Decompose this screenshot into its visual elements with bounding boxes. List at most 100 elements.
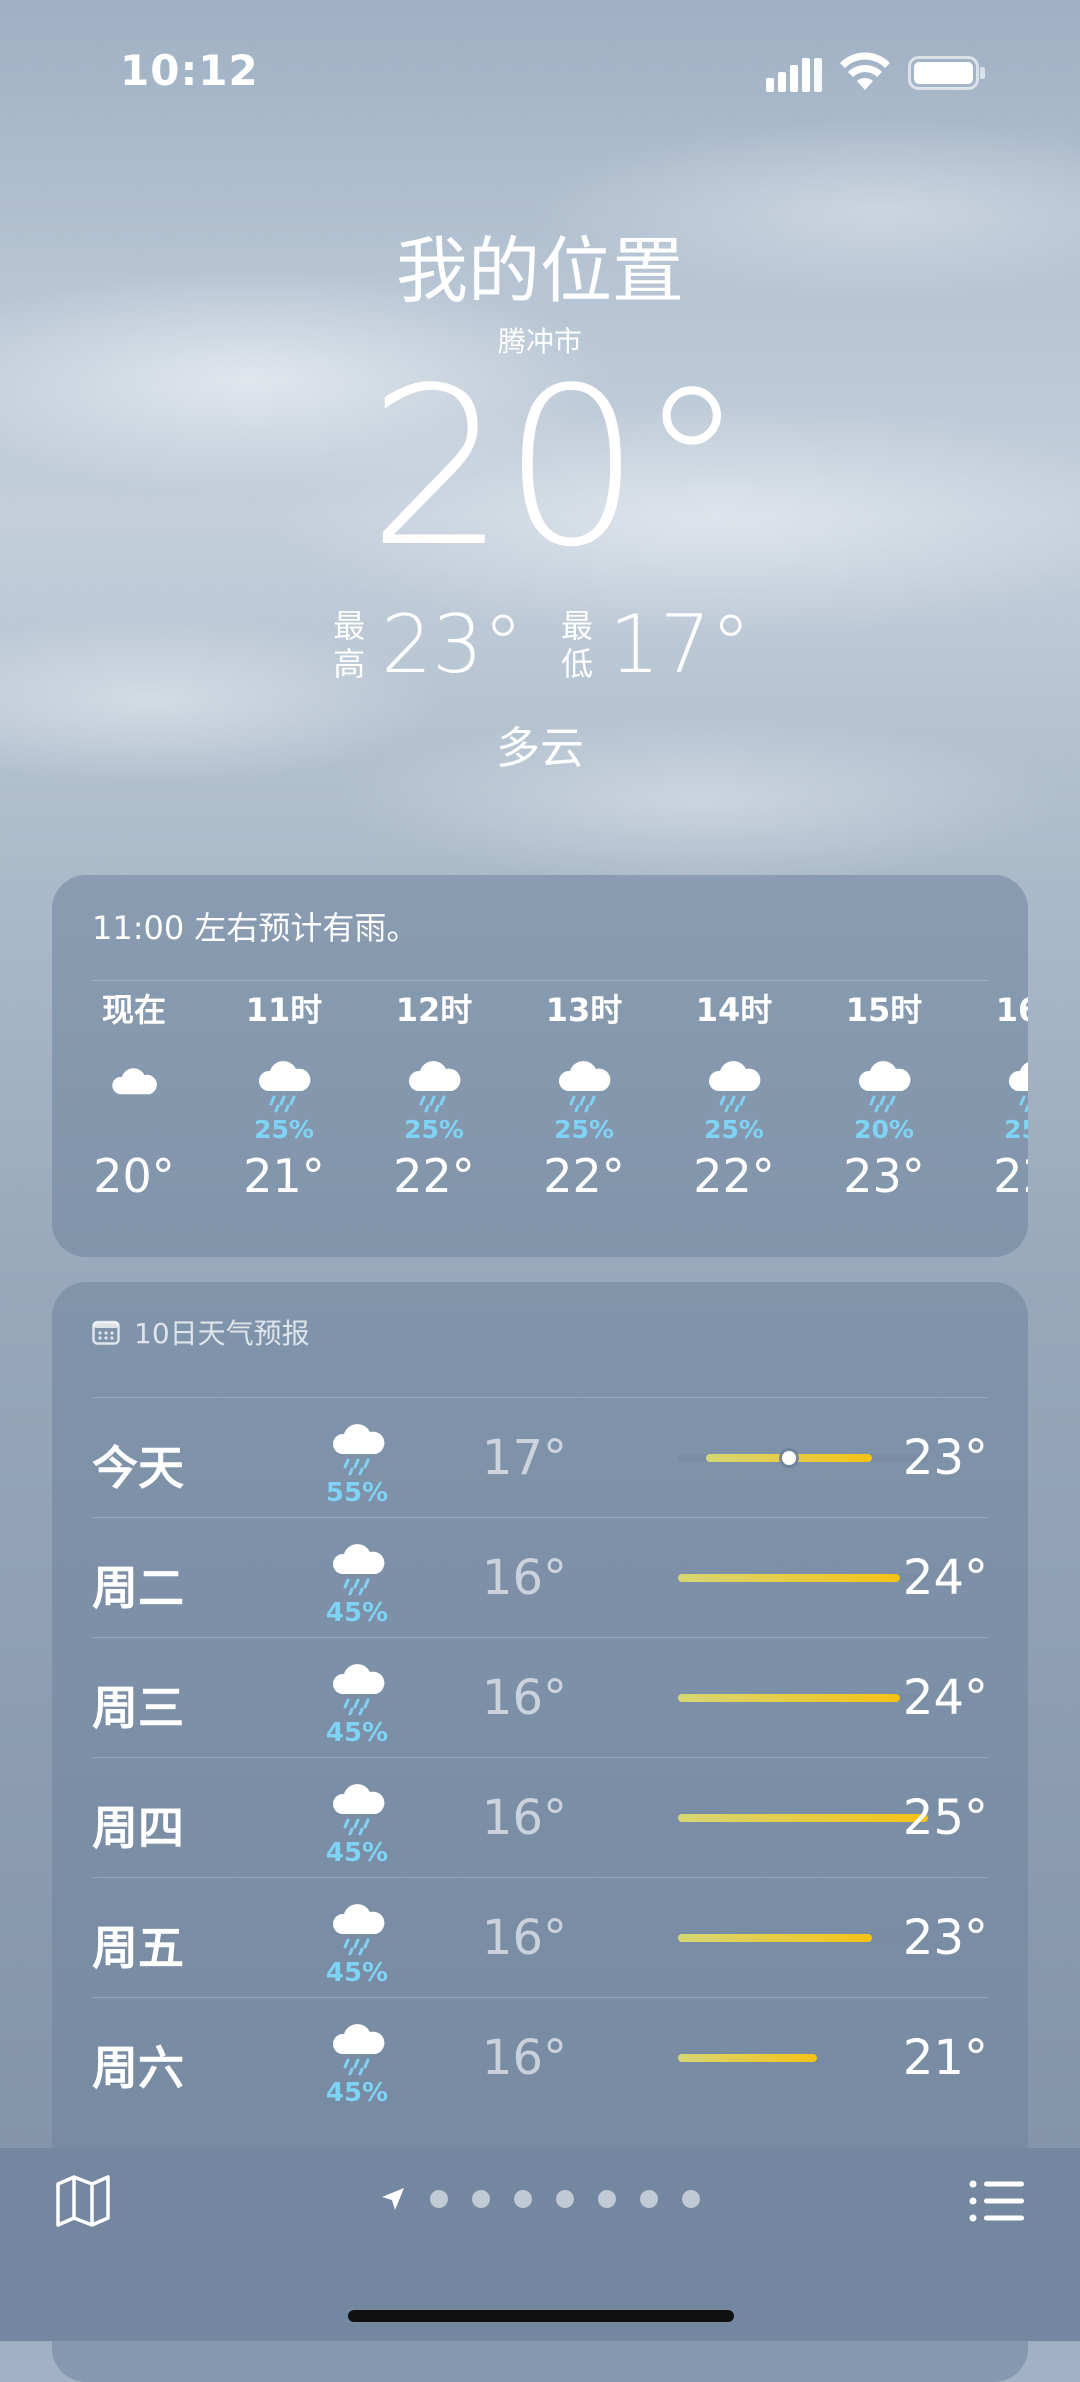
low-temp: 16° [481, 2030, 567, 2086]
current-temp-dot [782, 1451, 797, 1465]
temp-range-fill [678, 1934, 873, 1942]
cloud-rain-icon [824, 1031, 944, 1115]
hour-item: 14时 25% 22° [674, 985, 794, 1203]
cloud-icon [74, 1031, 194, 1115]
bottom-toolbar [0, 2148, 1080, 2341]
high-temp: 24° [902, 1550, 988, 1606]
list-icon[interactable] [968, 2178, 1026, 2224]
temp-range-bar [678, 2054, 928, 2062]
map-icon[interactable] [54, 2172, 112, 2230]
day-name: 周四 [92, 1801, 184, 1855]
cloud-rain-icon [674, 1031, 794, 1115]
page-dot[interactable] [598, 2190, 616, 2208]
page-dot[interactable] [556, 2190, 574, 2208]
divider [92, 1517, 988, 1518]
day-name: 今天 [92, 1441, 184, 1495]
calendar-icon [92, 1320, 120, 1345]
precip-chance: 25% [704, 1115, 764, 1144]
day-row[interactable]: 周六 45% 16° 21° [92, 2002, 988, 2122]
hour-label: 14时 [695, 991, 773, 1029]
location-arrow-icon[interactable] [380, 2186, 406, 2212]
day-row[interactable]: 周二 45% 16° 24° [92, 1522, 988, 1642]
day-name: 周二 [92, 1561, 184, 1615]
temp-range-bar [678, 1814, 928, 1822]
hourly-scroll[interactable]: 现在 20° 11时 25% 21° 12时 25% 22° 13时 25% 22° 14时 25% 22… [52, 985, 1028, 1245]
temp-range-fill [678, 1694, 901, 1702]
day-name: 周三 [92, 1681, 184, 1735]
current-temperature: 20° [367, 342, 746, 595]
low-temp: 16° [481, 1550, 567, 1606]
high-temp-group: 最高 23° [329, 598, 523, 691]
cloud-rain-icon [974, 1031, 1028, 1115]
day-name: 周六 [92, 2041, 184, 2095]
low-label: 最低 [560, 606, 593, 683]
high-temp: 23° [381, 598, 523, 691]
cellular-signal-icon [766, 58, 822, 92]
hour-item: 11时 25% 21° [224, 985, 344, 1203]
hour-temp: 23° [843, 1149, 925, 1203]
cloud-rain-icon [224, 1031, 344, 1115]
high-temp: 24° [902, 1670, 988, 1726]
cloud-rain-icon [374, 1031, 494, 1115]
hour-label: 现在 [101, 991, 166, 1029]
divider [92, 1637, 988, 1638]
page-dot[interactable] [682, 2190, 700, 2208]
temp-range-bar [678, 1451, 928, 1465]
divider [92, 1997, 988, 1998]
status-bar: 10:12 [0, 0, 1080, 140]
day-row[interactable]: 周三 45% 16° 24° [92, 1642, 988, 1762]
hour-temp: 22° [543, 1149, 625, 1203]
location-title: 我的位置 [395, 229, 684, 313]
wifi-icon [840, 52, 890, 90]
high-temp: 25° [902, 1790, 988, 1846]
temp-range-fill [705, 1451, 873, 1465]
page-dot[interactable] [640, 2190, 658, 2208]
hourly-forecast-card[interactable]: 11:00 左右预计有雨。 现在 20° 11时 25% 21° 12时 25% 22° 13时… [52, 875, 1028, 1257]
rain-note: 11:00 左右预计有雨。 [92, 909, 419, 947]
ten-day-header: 10日天气预报 [92, 1312, 310, 1352]
hour-item: 12时 25% 22° [374, 985, 494, 1203]
cloud-rain-icon [328, 1898, 388, 1958]
hour-temp: 22° [393, 1149, 475, 1203]
home-indicator[interactable] [348, 2310, 734, 2322]
divider [92, 1397, 988, 1398]
page-dot[interactable] [472, 2190, 490, 2208]
hour-label: 11时 [245, 991, 323, 1029]
high-label: 最高 [333, 606, 366, 683]
temp-range-fill [678, 1814, 928, 1822]
temp-range-bar [678, 1694, 928, 1702]
cloud-rain-icon [328, 1658, 388, 1718]
low-temp: 16° [481, 1790, 567, 1846]
divider [92, 1877, 988, 1878]
hour-item: 13时 25% 22° [524, 985, 644, 1203]
cloud-rain-icon [328, 1538, 388, 1598]
high-low: 最高 23° 最低 17° [0, 598, 1080, 691]
precip-chance: 25% [554, 1115, 614, 1144]
divider [92, 980, 988, 981]
low-temp: 16° [481, 1670, 567, 1726]
ten-day-title: 10日天气预报 [134, 1317, 310, 1350]
day-row[interactable]: 周五 45% 16° 23° [92, 1882, 988, 2002]
day-row[interactable]: 今天 55% 17° 23° [92, 1402, 988, 1522]
cloud-rain-icon [328, 1778, 388, 1838]
hour-label: 15时 [845, 991, 923, 1029]
hour-item: 15时 20% 23° [824, 985, 944, 1203]
precip-chance: 20% [854, 1115, 914, 1144]
page-indicator[interactable] [380, 2186, 700, 2212]
cloud-rain-icon [328, 1418, 388, 1478]
hour-label: 12时 [395, 991, 473, 1029]
temp-range-bar [678, 1574, 928, 1582]
low-temp-group: 最低 17° [557, 598, 751, 691]
precip-chance [74, 1115, 194, 1147]
page-dot[interactable] [514, 2190, 532, 2208]
low-temp: 17° [481, 1430, 567, 1486]
page-dot[interactable] [430, 2190, 448, 2208]
cloud-rain-icon [328, 2018, 388, 2078]
hour-temp: 22° [993, 1149, 1028, 1203]
high-temp: 21° [902, 2030, 988, 2086]
hour-label: 13时 [545, 991, 623, 1029]
high-temp: 23° [902, 1430, 988, 1486]
day-name: 周五 [92, 1921, 184, 1975]
day-row[interactable]: 周四 45% 16° 25° [92, 1762, 988, 1882]
temp-range-fill [678, 2054, 817, 2062]
